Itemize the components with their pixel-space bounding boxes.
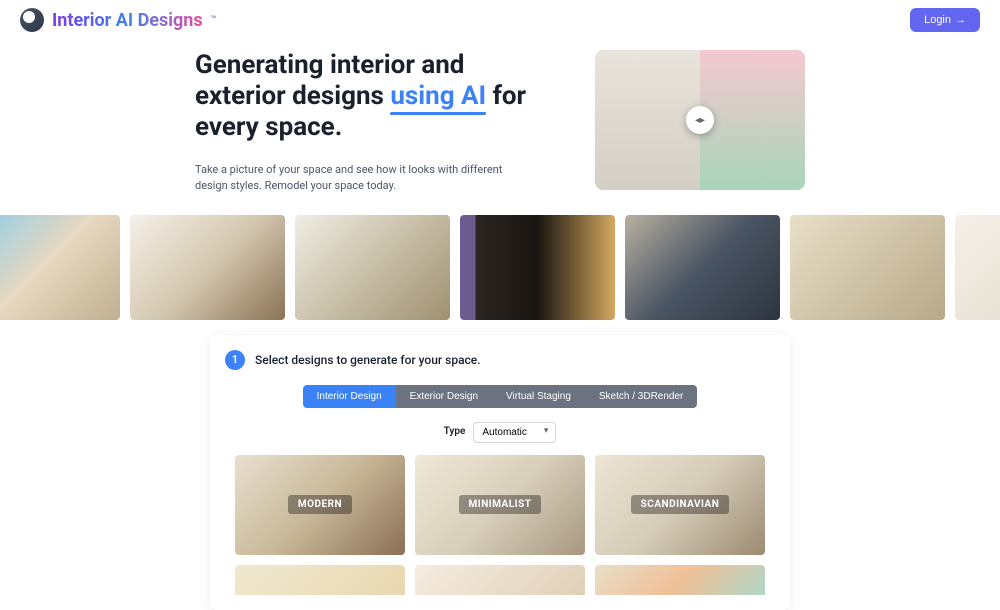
design-grid: MODERN MINIMALIST SCANDINAVIAN [225, 455, 775, 555]
type-select-wrap: Automatic [473, 420, 556, 443]
hero-text: Generating interior and exterior designs… [195, 50, 535, 195]
hero-after-image [700, 50, 805, 190]
arrow-right-icon: → [955, 14, 966, 26]
design-grid-row2 [225, 565, 775, 595]
step-header: 1 Select designs to generate for your sp… [225, 350, 775, 370]
trademark: ™ [211, 15, 217, 25]
login-button[interactable]: Login → [910, 8, 980, 32]
gallery-item[interactable] [295, 215, 450, 320]
tab-exterior-design[interactable]: Exterior Design [396, 385, 492, 408]
step-number-badge: 1 [225, 350, 245, 370]
login-label: Login [924, 14, 951, 26]
type-select[interactable]: Automatic [473, 422, 556, 443]
design-panel: 1 Select designs to generate for your sp… [210, 335, 790, 610]
header: Interior AI Designs ™ Login → [0, 0, 1000, 40]
tab-interior-design[interactable]: Interior Design [303, 385, 396, 408]
hero-section: Generating interior and exterior designs… [0, 40, 1000, 215]
gallery-item[interactable] [130, 215, 285, 320]
type-row: Type Automatic [225, 420, 775, 443]
gallery-item[interactable] [790, 215, 945, 320]
logo-icon [20, 8, 44, 32]
design-label: SCANDINAVIAN [631, 495, 730, 514]
type-label: Type [444, 426, 466, 437]
gallery-item[interactable] [460, 215, 615, 320]
tab-sketch-3drender[interactable]: Sketch / 3DRender [585, 385, 698, 408]
gallery-item[interactable] [625, 215, 780, 320]
design-tabs: Interior Design Exterior Design Virtual … [225, 385, 775, 408]
hero-before-image [595, 50, 700, 190]
design-card-peek[interactable] [595, 565, 765, 595]
gallery-strip [0, 215, 1000, 320]
logo-section[interactable]: Interior AI Designs ™ [20, 8, 216, 32]
hero-title-highlight: using AI [390, 81, 486, 111]
comparison-slider-handle[interactable]: ◂▸ [686, 106, 714, 134]
hero-subtitle: Take a picture of your space and see how… [195, 162, 535, 195]
design-label: MINIMALIST [459, 495, 542, 514]
gallery-item[interactable] [0, 215, 120, 320]
design-card-peek[interactable] [415, 565, 585, 595]
design-card-scandinavian[interactable]: SCANDINAVIAN [595, 455, 765, 555]
hero-title: Generating interior and exterior designs… [195, 50, 535, 144]
design-card-modern[interactable]: MODERN [235, 455, 405, 555]
step-instruction: Select designs to generate for your spac… [255, 353, 481, 367]
design-card-minimalist[interactable]: MINIMALIST [415, 455, 585, 555]
brand-name: Interior AI Designs [52, 10, 203, 31]
hero-comparison-image[interactable]: ◂▸ [595, 50, 805, 190]
design-card-peek[interactable] [235, 565, 405, 595]
tab-virtual-staging[interactable]: Virtual Staging [492, 385, 585, 408]
design-label: MODERN [288, 495, 352, 514]
gallery-item[interactable] [955, 215, 1000, 320]
